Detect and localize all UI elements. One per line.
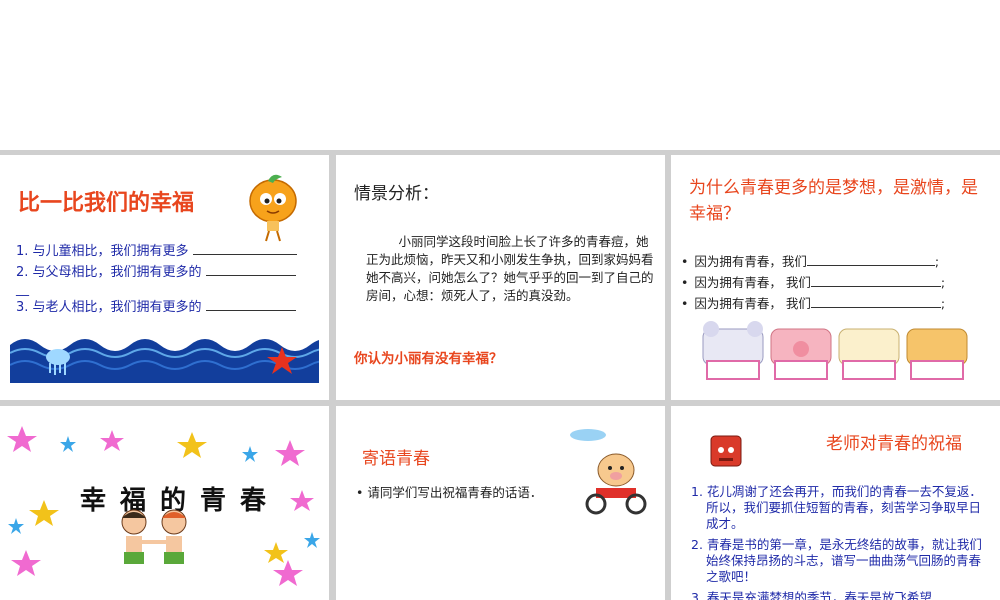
- answer-blank[interactable]: [810, 274, 941, 287]
- red-book-icon: [710, 435, 742, 467]
- reasons-list: 因为拥有青春，我们; 因为拥有青春， 我们; 因为拥有青春， 我们;: [681, 251, 945, 314]
- sea-waves-icon: [10, 333, 319, 375]
- slide-1[interactable]: 比一比我们的幸福 1. 与儿童相比，我们拥有更多 2. 与父母相比，我们拥有更多…: [0, 155, 329, 400]
- slide-5-heading: 寄语青春: [362, 449, 430, 469]
- answer-blank[interactable]: [810, 295, 941, 308]
- answer-blank[interactable]: [205, 298, 296, 311]
- answer-blank[interactable]: [192, 242, 297, 255]
- list-item: 2. 与父母相比，我们拥有更多的: [16, 262, 321, 283]
- starfish-icon: [267, 347, 297, 374]
- slide-6-title: 老师对青春的祝福: [826, 434, 962, 454]
- slide-4[interactable]: 幸福的青春: [0, 406, 329, 600]
- list-item: 因为拥有青春， 我们;: [681, 293, 945, 314]
- list-item: 3. 与老人相比，我们拥有更多的: [16, 297, 321, 318]
- pig-on-motorbike-icon: [585, 453, 647, 515]
- scenario-paragraph: 小丽同学这段时间脸上长了许多的青春痘，她正为此烦恼，昨天又和小刚发生争执，回到家…: [366, 234, 654, 303]
- scenario-heading: 情景分析：: [354, 184, 439, 204]
- list-item: 2. 青春是书的第一章，是永无终结的故事，就让我们始终保持昂扬的斗志，谱写一曲曲…: [691, 537, 982, 584]
- list-item: 3. 春天是充满梦想的季节，春天是放飞希望: [691, 590, 932, 600]
- slide-1-title: 比一比我们的幸福: [18, 191, 195, 216]
- list-item: 1. 与儿童相比，我们拥有更多: [16, 241, 321, 262]
- slide-3[interactable]: 为什么青春更多的是梦想，是激情，是幸福？ 因为拥有青春，我们; 因为拥有青春， …: [671, 155, 1000, 400]
- animal-heads-icon: [702, 321, 968, 380]
- orange-character-icon: [249, 174, 297, 242]
- list-item-wrap: __: [16, 282, 29, 297]
- slide-5-bullet: • 请同学们写出祝福青春的话语．: [356, 485, 543, 500]
- kids-icon: [121, 509, 187, 564]
- answer-blank[interactable]: [806, 253, 935, 266]
- slide-6[interactable]: 老师对青春的祝福 1. 花儿凋谢了还会再开，而我们的青春一去不复返．所以，我们要…: [671, 406, 1000, 600]
- list-item: 因为拥有青春， 我们;: [681, 272, 945, 293]
- slide-3-title: 为什么青春更多的是梦想，是激情，是幸福？: [689, 178, 978, 224]
- comparison-list: 1. 与儿童相比，我们拥有更多 2. 与父母相比，我们拥有更多的 __ 3. 与…: [16, 241, 321, 318]
- slide-2[interactable]: 情景分析： 小丽同学这段时间脸上长了许多的青春痘，她正为此烦恼，昨天又和小刚发生…: [336, 155, 665, 400]
- answer-blank[interactable]: [205, 263, 296, 276]
- slide-5[interactable]: 寄语青春 • 请同学们写出祝福青春的话语．: [336, 406, 665, 600]
- jellyfish-icon: [46, 349, 70, 375]
- cloud-icon: [570, 429, 606, 441]
- scenario-question: 你认为小丽有没有幸福？: [354, 351, 503, 367]
- list-item: 因为拥有青春，我们;: [681, 251, 945, 272]
- wishes-list: 1. 花儿凋谢了还会再开，而我们的青春一去不复返．所以，我们要抓住短暂的青春，刻…: [691, 484, 986, 600]
- list-item: 1. 花儿凋谢了还会再开，而我们的青春一去不复返．所以，我们要抓住短暂的青春，刻…: [691, 484, 982, 531]
- sea-banner: [10, 333, 319, 383]
